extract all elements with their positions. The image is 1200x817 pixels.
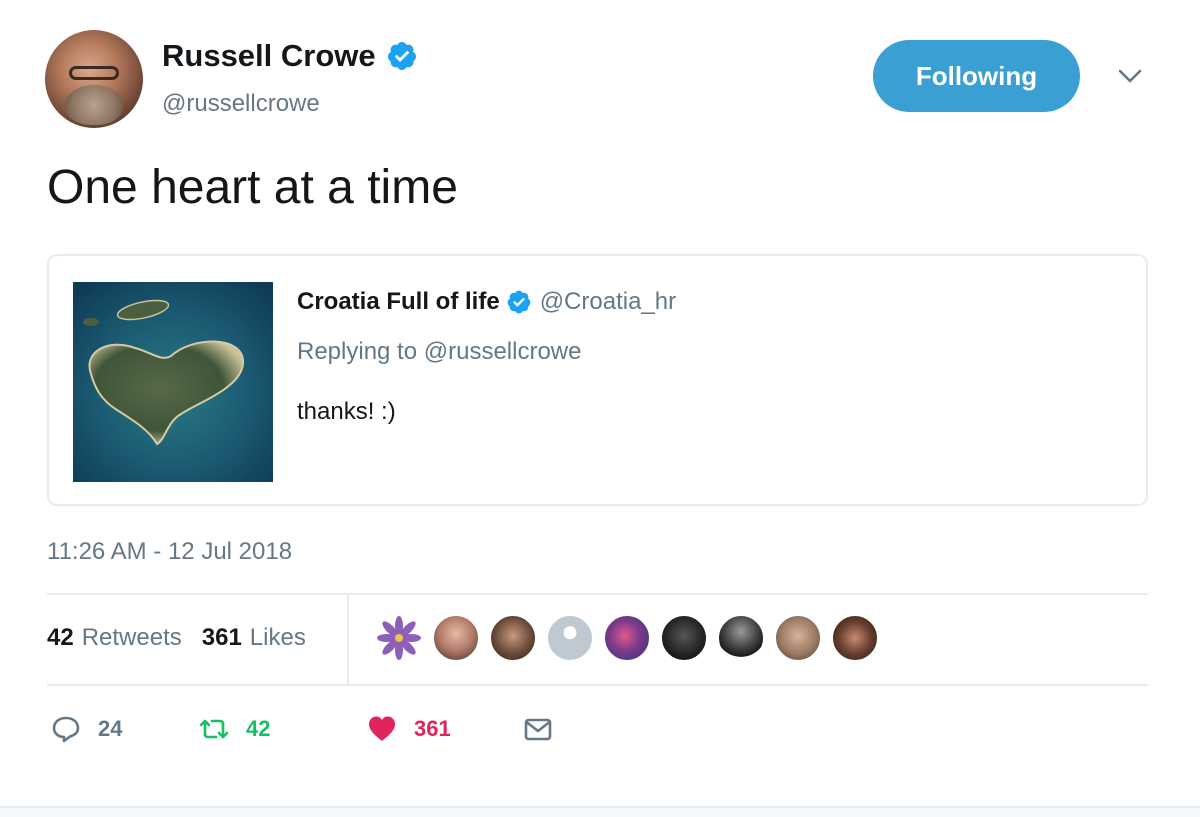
reply-action[interactable]: 24 xyxy=(50,713,198,745)
retweet-action[interactable]: 42 xyxy=(198,713,366,745)
liker-avatar[interactable] xyxy=(717,614,765,662)
liker-avatar[interactable] xyxy=(489,614,537,662)
quoted-author-name[interactable]: Croatia Full of life xyxy=(297,288,500,316)
quoted-author-row: Croatia Full of life @Croatia_hr xyxy=(297,288,676,316)
retweets-label[interactable]: Retweets xyxy=(82,624,182,652)
verified-icon xyxy=(507,290,531,314)
liker-avatar[interactable] xyxy=(831,614,879,662)
retweet-count: 42 xyxy=(246,716,271,741)
heart-icon xyxy=(369,716,395,741)
engagement-stats: 42 Retweets 361 Likes xyxy=(47,624,306,652)
likers-avatars xyxy=(375,614,888,662)
divider xyxy=(47,593,1148,595)
liker-avatar[interactable] xyxy=(774,614,822,662)
stats-divider xyxy=(347,594,349,684)
liker-avatar[interactable] xyxy=(375,614,423,662)
heart-island-image[interactable] xyxy=(73,282,273,482)
quoted-tweet[interactable]: Croatia Full of life @Croatia_hr Replyin… xyxy=(47,254,1148,506)
mail-icon xyxy=(524,718,552,741)
tweet-timestamp[interactable]: 11:26 AM - 12 Jul 2018 xyxy=(47,538,292,566)
quoted-tweet-text: thanks! :) xyxy=(297,398,396,425)
liker-avatar[interactable] xyxy=(603,614,651,662)
liker-avatar[interactable] xyxy=(432,614,480,662)
like-action[interactable]: 361 xyxy=(366,713,522,745)
like-count: 361 xyxy=(414,716,451,741)
bottom-border xyxy=(0,806,1200,817)
verified-icon xyxy=(387,42,416,70)
chevron-down-icon[interactable] xyxy=(1117,66,1143,86)
author-name[interactable]: Russell Crowe xyxy=(162,38,376,74)
following-button[interactable]: Following xyxy=(873,40,1080,112)
reply-count: 24 xyxy=(98,716,123,741)
author-name-row: Russell Crowe xyxy=(162,38,418,74)
message-action[interactable] xyxy=(522,713,554,745)
liker-avatar[interactable] xyxy=(546,614,594,662)
replying-to: Replying to @russellcrowe xyxy=(297,338,582,365)
likes-count[interactable]: 361 xyxy=(202,624,242,652)
divider xyxy=(47,684,1148,686)
liker-avatar[interactable] xyxy=(660,614,708,662)
retweet-icon xyxy=(199,719,229,739)
author-avatar[interactable] xyxy=(45,30,143,128)
reply-icon xyxy=(52,716,80,743)
tweet-text: One heart at a time xyxy=(47,161,458,214)
author-handle[interactable]: @russellcrowe xyxy=(162,90,320,118)
likes-label[interactable]: Likes xyxy=(250,624,306,652)
quoted-author-handle[interactable]: @Croatia_hr xyxy=(540,288,676,316)
tweet-actions: 24 42 361 xyxy=(50,713,554,745)
retweets-count[interactable]: 42 xyxy=(47,624,74,652)
